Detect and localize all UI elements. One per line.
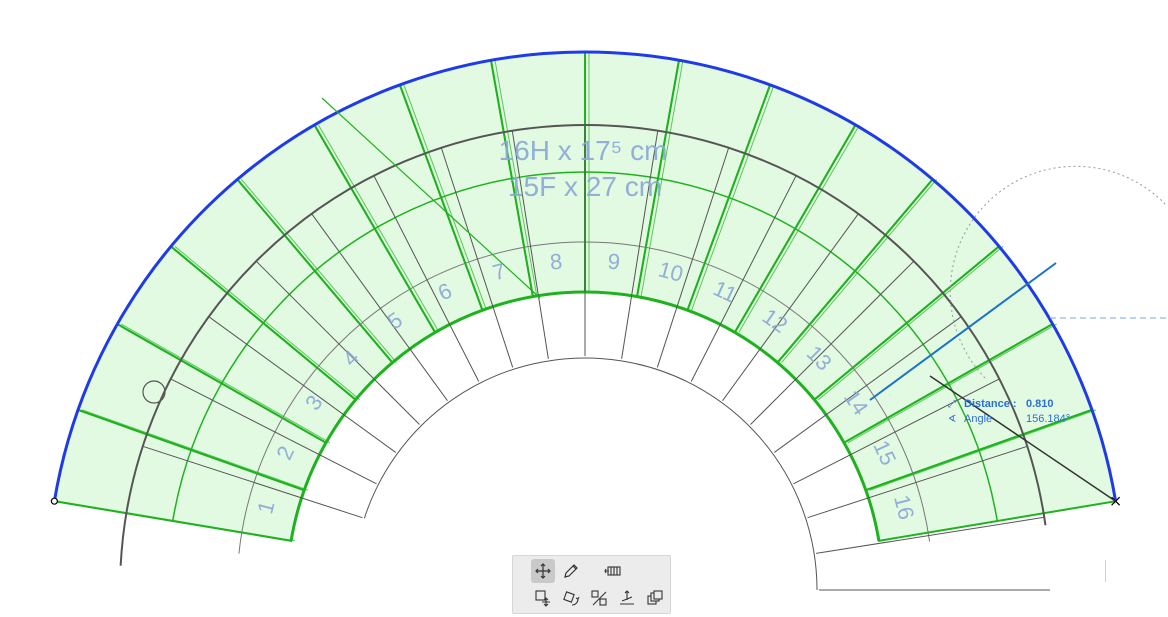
tread-summary-label: 15F x 27 cm [508,171,662,202]
stair-edit-icon [604,566,621,576]
riser-summary-label: 16H x 17⁵ cm [499,135,668,166]
rotate-button[interactable] [559,586,583,610]
mirror-icon [591,590,607,606]
elevate-icon [620,590,634,605]
tread-number: 9 [607,249,621,275]
distance-label: Distance : [964,398,1017,410]
tread-number: 8 [549,249,563,275]
drag-icon [535,590,550,607]
elevate-button[interactable] [615,586,639,610]
stair-plan-canvas[interactable]: 1234567 8 9 10111213141516 16H x 17⁵ cm 15F… [0,0,1168,617]
angle-label: Angle [964,413,993,425]
coordinate-tracker: ⤢ Distance : 0.810 ∢ Angle 156.184° [948,397,1070,427]
distance-value[interactable]: 0.810 [1026,397,1054,412]
stair-edit-button[interactable] [601,559,625,583]
angle-icon: ∢ [948,414,957,425]
pet-palette [512,555,1106,614]
move-icon [535,563,551,579]
pencil-button[interactable] [559,559,583,583]
multiply-icon [647,590,663,605]
palette-separator [1105,560,1106,582]
start-node[interactable] [50,497,58,505]
distance-icon: ⤢ [948,399,956,410]
angle-value[interactable]: 156.184° [1026,412,1070,427]
move-button[interactable] [531,559,555,583]
rotate-icon [563,591,580,606]
multiply-button[interactable] [643,586,667,610]
drag-button[interactable] [531,586,555,610]
pencil-icon [564,564,578,578]
mirror-button[interactable] [587,586,611,610]
